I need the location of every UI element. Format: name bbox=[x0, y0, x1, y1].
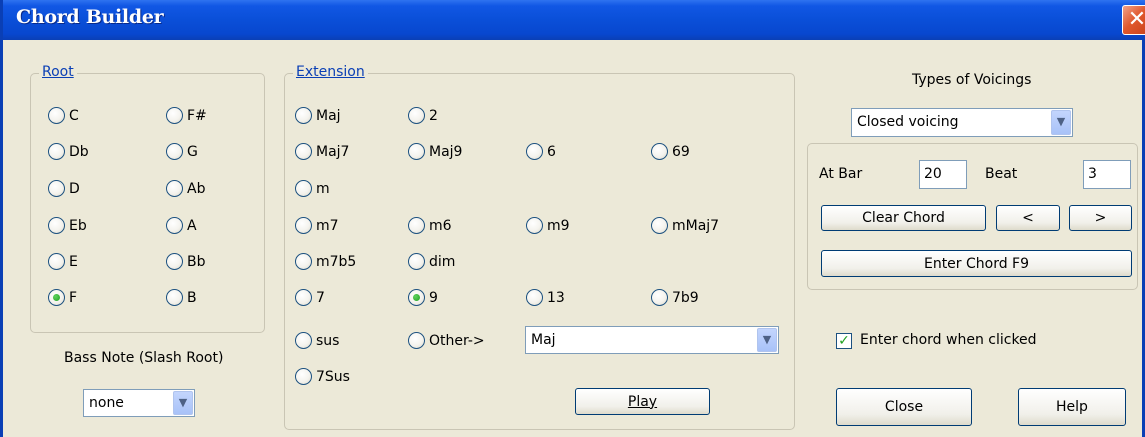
ext-radio-m9[interactable]: m9 bbox=[526, 217, 570, 234]
ext-radio-69[interactable]: 69 bbox=[651, 143, 690, 160]
root-radio-a[interactable]: A bbox=[166, 217, 197, 234]
root-radio-bb[interactable]: Bb bbox=[166, 253, 206, 270]
chord-builder-window: Chord Builder ✕ Root C F# Db G D Ab Eb A… bbox=[0, 0, 1145, 437]
radio-icon bbox=[295, 289, 312, 306]
bass-note-label: Bass Note (Slash Root) bbox=[64, 350, 224, 366]
ext-radio-m7[interactable]: m7 bbox=[295, 217, 339, 234]
root-radio-ab[interactable]: Ab bbox=[166, 180, 205, 197]
enter-chord-button[interactable]: Enter Chord F9 bbox=[821, 250, 1132, 277]
clear-chord-button[interactable]: Clear Chord bbox=[821, 205, 986, 231]
root-radio-fsharp[interactable]: F# bbox=[166, 107, 207, 124]
radio-icon bbox=[526, 143, 543, 160]
radio-icon bbox=[408, 107, 425, 124]
radio-icon bbox=[295, 217, 312, 234]
play-button[interactable]: Play bbox=[575, 388, 710, 415]
root-radio-d[interactable]: D bbox=[48, 180, 80, 197]
ext-radio-9[interactable]: 9 bbox=[408, 289, 438, 306]
radio-icon bbox=[48, 143, 65, 160]
radio-icon bbox=[651, 217, 668, 234]
ext-radio-m6[interactable]: m6 bbox=[408, 217, 452, 234]
radio-icon bbox=[651, 143, 668, 160]
ext-radio-other[interactable]: Other-> bbox=[408, 332, 485, 349]
extension-legend: Extension bbox=[293, 64, 368, 80]
root-radio-db[interactable]: Db bbox=[48, 143, 89, 160]
ext-radio-7sus[interactable]: 7Sus bbox=[295, 368, 350, 385]
root-legend: Root bbox=[39, 64, 77, 80]
radio-icon bbox=[295, 368, 312, 385]
enter-when-clicked-label: Enter chord when clicked bbox=[860, 332, 1037, 348]
root-radio-eb[interactable]: Eb bbox=[48, 217, 87, 234]
radio-icon bbox=[166, 253, 183, 270]
chevron-down-icon[interactable]: ▼ bbox=[173, 391, 193, 415]
radio-icon bbox=[526, 217, 543, 234]
ext-radio-maj7[interactable]: Maj7 bbox=[295, 143, 349, 160]
radio-icon bbox=[48, 217, 65, 234]
other-extension-select[interactable]: Maj ▼ bbox=[525, 326, 779, 354]
ext-radio-sus[interactable]: sus bbox=[295, 332, 339, 349]
radio-icon bbox=[166, 107, 183, 124]
voicings-label: Types of Voicings bbox=[912, 72, 1032, 88]
next-button[interactable]: > bbox=[1069, 205, 1132, 231]
radio-icon bbox=[48, 180, 65, 197]
radio-icon bbox=[526, 289, 543, 306]
window-title: Chord Builder bbox=[16, 6, 164, 28]
ext-radio-7b9[interactable]: 7b9 bbox=[651, 289, 699, 306]
help-button[interactable]: Help bbox=[1018, 388, 1126, 426]
radio-icon bbox=[295, 180, 312, 197]
root-radio-g[interactable]: G bbox=[166, 143, 198, 160]
radio-icon bbox=[48, 253, 65, 270]
ext-radio-m7b5[interactable]: m7b5 bbox=[295, 253, 356, 270]
radio-icon bbox=[48, 107, 65, 124]
checkmark-icon: ✓ bbox=[836, 333, 852, 349]
close-icon[interactable]: ✕ bbox=[1122, 5, 1145, 35]
ext-radio-mmaj7[interactable]: mMaj7 bbox=[651, 217, 719, 234]
radio-icon bbox=[295, 143, 312, 160]
radio-icon bbox=[408, 332, 425, 349]
radio-icon bbox=[651, 289, 668, 306]
ext-radio-7[interactable]: 7 bbox=[295, 289, 325, 306]
radio-icon bbox=[408, 217, 425, 234]
root-radio-b[interactable]: B bbox=[166, 289, 197, 306]
beat-input[interactable]: 3 bbox=[1083, 160, 1131, 189]
voicings-select[interactable]: Closed voicing ▼ bbox=[851, 108, 1073, 137]
enter-when-clicked-checkbox[interactable]: ✓ Enter chord when clicked bbox=[836, 332, 1066, 352]
bass-note-select[interactable]: none ▼ bbox=[83, 389, 195, 417]
title-bar[interactable]: Chord Builder ✕ bbox=[3, 0, 1145, 40]
ext-radio-13[interactable]: 13 bbox=[526, 289, 565, 306]
radio-icon bbox=[166, 180, 183, 197]
beat-label: Beat bbox=[985, 166, 1018, 182]
chevron-down-icon[interactable]: ▼ bbox=[1051, 110, 1071, 135]
radio-icon bbox=[166, 143, 183, 160]
radio-selected-icon bbox=[48, 289, 65, 306]
at-bar-label: At Bar bbox=[819, 166, 863, 182]
root-radio-c[interactable]: C bbox=[48, 107, 79, 124]
ext-radio-6[interactable]: 6 bbox=[526, 143, 556, 160]
radio-selected-icon bbox=[408, 289, 425, 306]
chevron-down-icon[interactable]: ▼ bbox=[757, 328, 777, 352]
radio-icon bbox=[166, 289, 183, 306]
ext-radio-m[interactable]: m bbox=[295, 180, 330, 197]
bar-input[interactable]: 20 bbox=[919, 160, 967, 189]
radio-icon bbox=[295, 253, 312, 270]
root-radio-e[interactable]: E bbox=[48, 253, 78, 270]
radio-icon bbox=[408, 253, 425, 270]
ext-radio-maj[interactable]: Maj bbox=[295, 107, 341, 124]
radio-icon bbox=[166, 217, 183, 234]
radio-icon bbox=[295, 107, 312, 124]
extension-group: Extension bbox=[284, 64, 795, 430]
ext-radio-2[interactable]: 2 bbox=[408, 107, 438, 124]
root-radio-f[interactable]: F bbox=[48, 289, 77, 306]
ext-radio-maj9[interactable]: Maj9 bbox=[408, 143, 462, 160]
ext-radio-dim[interactable]: dim bbox=[408, 253, 455, 270]
close-button[interactable]: Close bbox=[836, 388, 972, 426]
radio-icon bbox=[408, 143, 425, 160]
previous-button[interactable]: < bbox=[996, 205, 1060, 231]
radio-icon bbox=[295, 332, 312, 349]
